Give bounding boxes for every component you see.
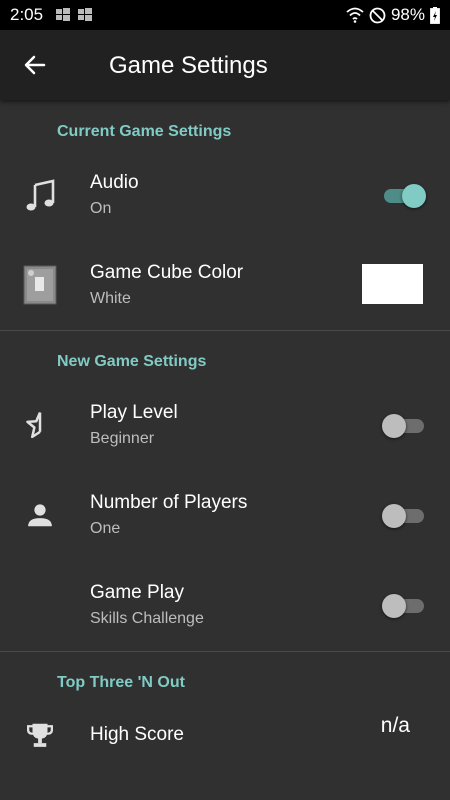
setting-title: Game Play [90, 582, 184, 603]
page-title: Game Settings [109, 52, 268, 79]
setting-value: White [90, 290, 131, 307]
section-header-current: Current Game Settings [57, 123, 232, 140]
game-play-toggle[interactable] [382, 594, 426, 618]
setting-game-play[interactable]: Game Play Skills Challenge [0, 560, 450, 650]
status-time: 2:05 [10, 5, 44, 24]
setting-title: Game Cube Color [90, 262, 244, 283]
toggle-thumb [382, 414, 406, 438]
windows-icon [56, 8, 70, 21]
status-icons: 98% [346, 5, 440, 25]
toggle-thumb [382, 594, 406, 618]
trophy-icon [20, 715, 60, 755]
setting-players[interactable]: Number of Players One [0, 470, 450, 560]
high-score-value: n/a [380, 714, 410, 737]
arrow-left-icon[interactable] [22, 52, 48, 78]
setting-audio[interactable]: Audio On [0, 150, 450, 240]
music-note-icon [20, 175, 60, 215]
setting-title: Play Level [90, 402, 178, 423]
toggle-thumb [382, 504, 406, 528]
windows-icon [78, 8, 92, 21]
section-header-new-game: New Game Settings [57, 353, 207, 370]
battery-icon [430, 6, 440, 24]
wifi-icon [346, 7, 364, 23]
status-bar: 2:05 98% [0, 0, 450, 30]
setting-high-score[interactable]: High Score n/a [0, 690, 450, 780]
do-not-disturb-icon [369, 7, 386, 23]
star-half-icon [20, 405, 60, 445]
setting-title: High Score [90, 724, 184, 745]
person-icon [20, 495, 60, 535]
battery-percent: 98% [390, 5, 425, 24]
toggle-thumb [402, 184, 426, 208]
game-cube-icon [20, 265, 60, 305]
setting-title: Number of Players [90, 492, 248, 513]
audio-toggle[interactable] [384, 184, 426, 208]
setting-cube-color[interactable]: Game Cube Color White [0, 240, 450, 330]
players-toggle[interactable] [382, 504, 426, 528]
play-level-toggle[interactable] [382, 414, 426, 438]
divider [0, 651, 450, 652]
app-bar: Game Settings [0, 30, 450, 100]
setting-title: Audio [90, 172, 139, 193]
setting-value: Skills Challenge [90, 610, 204, 627]
setting-play-level[interactable]: Play Level Beginner [0, 380, 450, 470]
setting-value: One [90, 520, 121, 537]
divider [0, 330, 450, 331]
color-swatch[interactable] [362, 264, 423, 304]
setting-value: Beginner [90, 430, 155, 447]
setting-value: On [90, 200, 112, 217]
